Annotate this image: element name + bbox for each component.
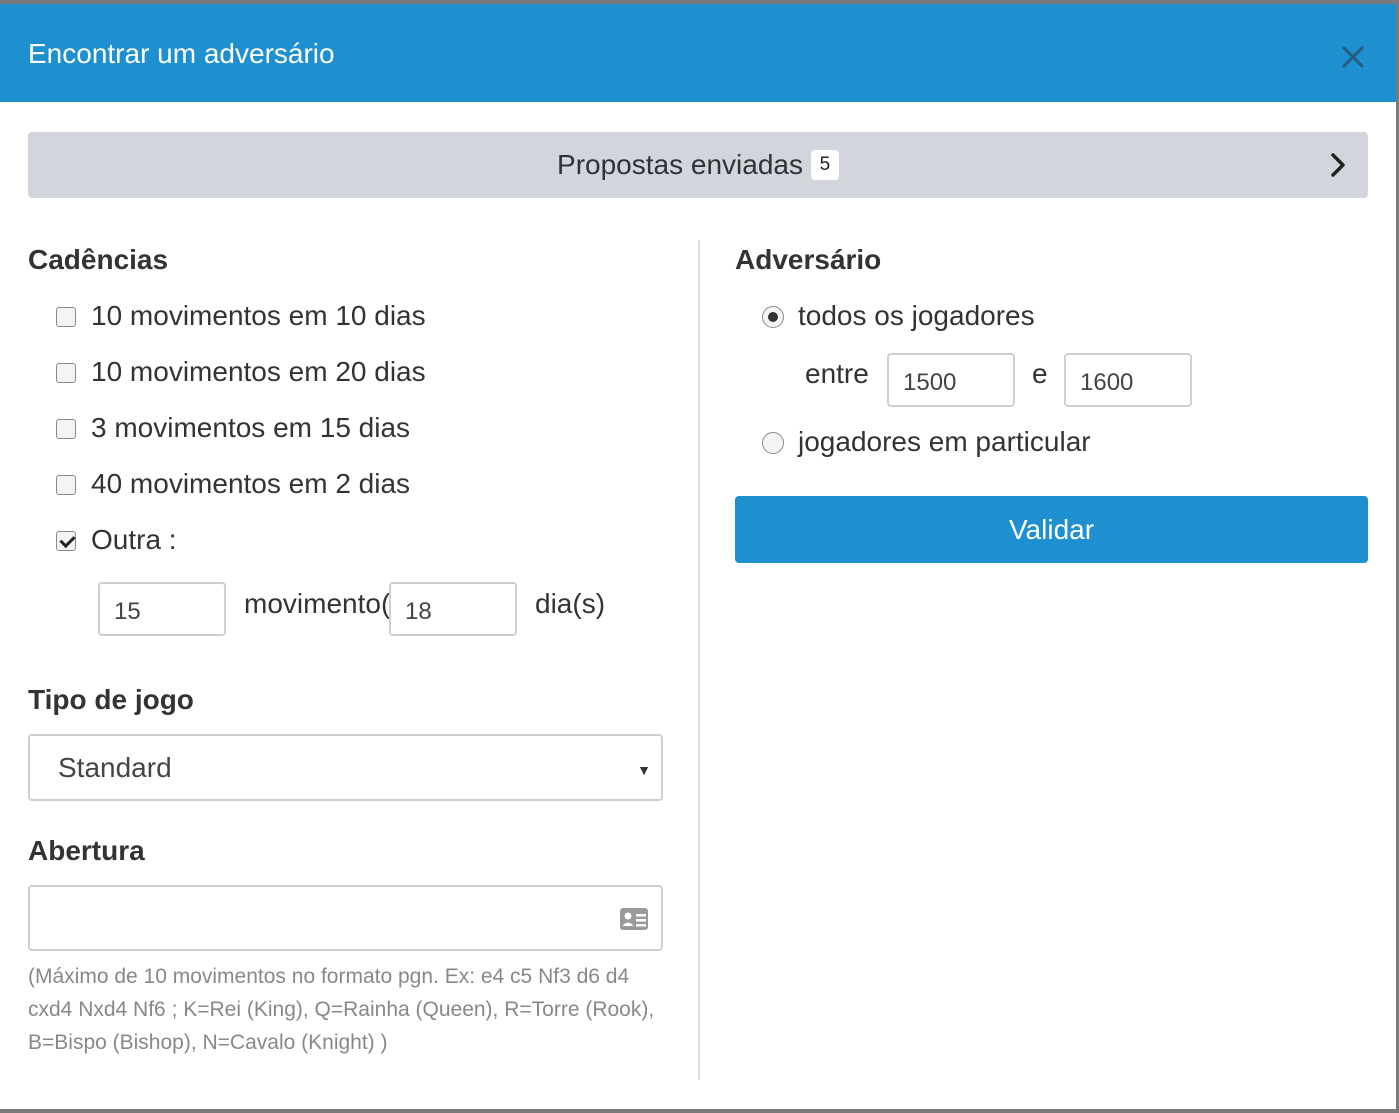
- cadence-label: Outra :: [91, 524, 177, 555]
- right-column: Adversário todos os jogadores entre 1500…: [735, 240, 1368, 563]
- cadences-title: Cadências: [28, 244, 169, 275]
- all-players-radio[interactable]: [762, 306, 784, 328]
- min-rating-input[interactable]: 1500: [887, 353, 1015, 407]
- close-icon[interactable]: [1340, 44, 1366, 70]
- specific-players-label: jogadores em particular: [798, 426, 1091, 457]
- opening-input[interactable]: [28, 885, 663, 951]
- and-label: e: [1032, 358, 1048, 389]
- max-rating-input[interactable]: 1600: [1064, 353, 1192, 407]
- game-type-select[interactable]: Standard ▼: [28, 734, 663, 801]
- sent-proposals-bar[interactable]: Propostas enviadas 5: [28, 132, 1368, 198]
- opponent-title: Adversário: [735, 244, 882, 275]
- cadence-other-checkbox[interactable]: [56, 531, 76, 551]
- opening-title: Abertura: [28, 835, 145, 866]
- cadence-label: 3 movimentos em 15 dias: [91, 412, 411, 443]
- cadence-checkbox[interactable]: [56, 307, 76, 327]
- custom-moves-input[interactable]: 15: [98, 582, 226, 636]
- left-column: Cadências 10 movimentos em 10 dias 10 mo…: [28, 240, 668, 1054]
- dialog-title: Encontrar um adversário: [28, 38, 335, 69]
- cadence-label: 10 movimentos em 10 dias: [91, 300, 426, 331]
- dialog-header: Encontrar um adversário: [0, 4, 1396, 102]
- cadence-label: 10 movimentos em 20 dias: [91, 356, 426, 387]
- dropdown-arrow-icon: ▼: [637, 762, 651, 778]
- cadence-checkbox[interactable]: [56, 475, 76, 495]
- id-card-icon[interactable]: [619, 906, 649, 932]
- find-opponent-dialog: Encontrar um adversário Propostas enviad…: [0, 4, 1396, 1109]
- custom-cadence-row: 15 movimento( 18 dia(s): [98, 582, 658, 636]
- days-label: dia(s): [535, 588, 606, 619]
- proposals-count-badge: 5: [810, 150, 839, 180]
- sent-proposals-label: Propostas enviadas: [557, 149, 803, 180]
- specific-players-radio[interactable]: [762, 432, 784, 454]
- all-players-label: todos os jogadores: [798, 300, 1035, 331]
- chevron-right-icon: [1331, 153, 1345, 177]
- cadence-label: 40 movimentos em 2 dias: [91, 468, 411, 499]
- column-divider: [698, 240, 700, 1080]
- between-label: entre: [805, 358, 869, 389]
- validate-button[interactable]: Validar: [735, 496, 1368, 563]
- custom-days-input[interactable]: 18: [389, 582, 517, 636]
- opening-help-text: (Máximo de 10 movimentos no formato pgn.…: [28, 965, 655, 1054]
- moves-label: movimento(: [244, 588, 391, 619]
- cadence-checkbox[interactable]: [56, 363, 76, 383]
- game-type-title: Tipo de jogo: [28, 684, 194, 715]
- cadence-checkbox[interactable]: [56, 419, 76, 439]
- game-type-value: Standard: [58, 752, 172, 783]
